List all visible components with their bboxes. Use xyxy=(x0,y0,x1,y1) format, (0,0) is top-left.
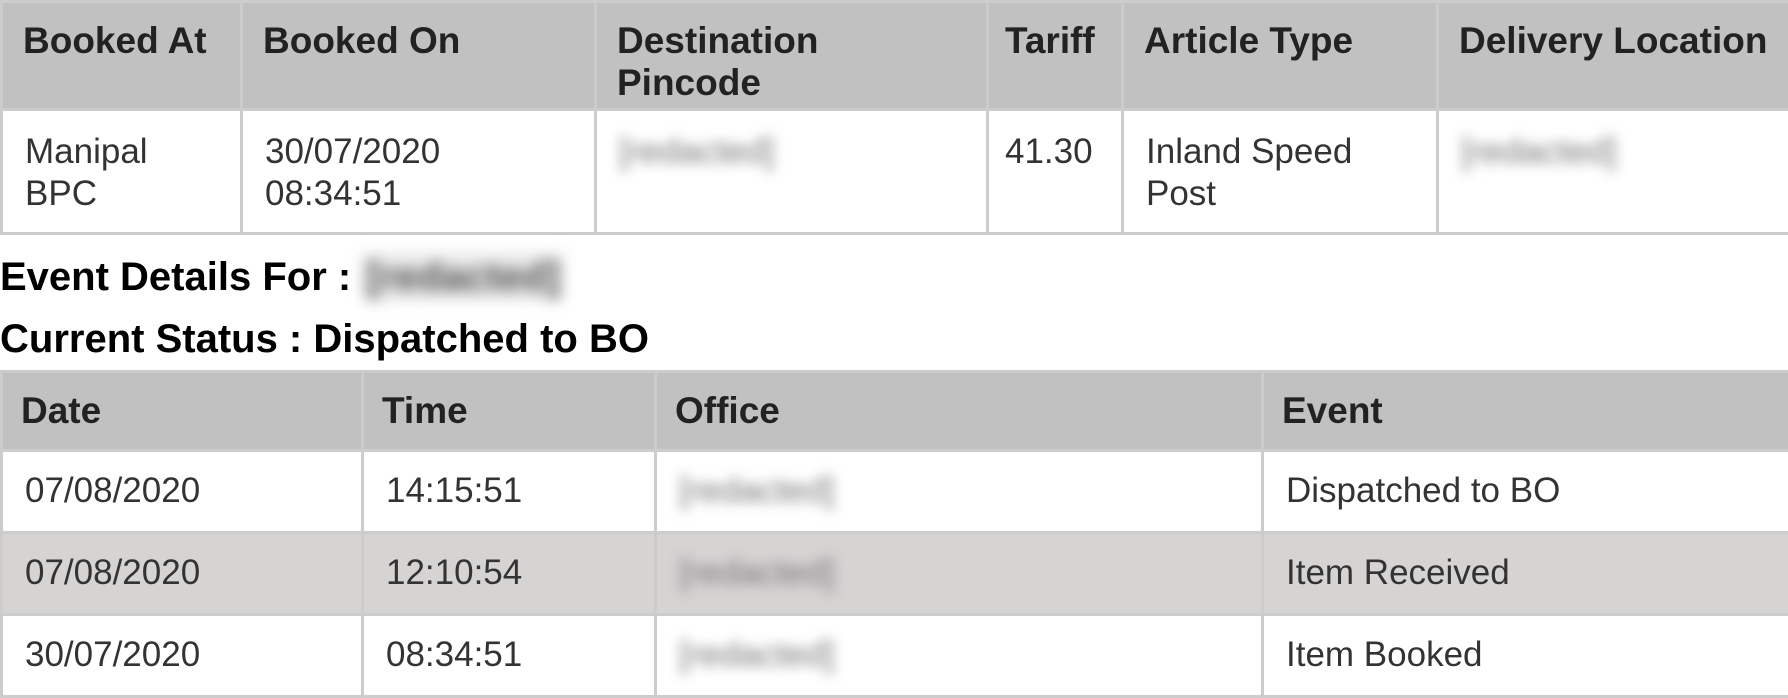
redacted-delivery-location: [redacted] xyxy=(1461,132,1617,171)
header-date: Date xyxy=(2,372,363,451)
booked-on-value: 30/07/2020 08:34:51 xyxy=(242,110,596,234)
header-booked-on: Booked On xyxy=(242,2,596,110)
redacted-office: [redacted] xyxy=(679,553,835,592)
header-office: Office xyxy=(656,372,1263,451)
event-date: 07/08/2020 xyxy=(2,451,363,533)
article-type-value: Inland Speed Post xyxy=(1123,110,1438,234)
header-booked-at: Booked At xyxy=(2,2,242,110)
header-delivery-location: Delivery Location xyxy=(1438,2,1788,110)
redacted-office: [redacted] xyxy=(679,471,835,510)
event-description: Dispatched to BO xyxy=(1263,451,1788,533)
tracking-events-table: Date Time Office Event 07/08/2020 14:15:… xyxy=(0,370,1788,698)
event-office: [redacted] xyxy=(656,451,1263,533)
redacted-pincode: [redacted] xyxy=(619,132,775,171)
header-time: Time xyxy=(363,372,656,451)
header-event: Event xyxy=(1263,372,1788,451)
event-row: 07/08/2020 14:15:51 [redacted] Dispatche… xyxy=(2,451,1788,533)
event-time: 12:10:54 xyxy=(363,533,656,615)
event-date: 30/07/2020 xyxy=(2,615,363,697)
header-tariff: Tariff xyxy=(988,2,1123,110)
redacted-tracking-id: [redacted] xyxy=(362,253,563,301)
booking-row: Manipal BPC 30/07/2020 08:34:51 [redacte… xyxy=(2,110,1788,234)
event-description: Item Received xyxy=(1263,533,1788,615)
current-status-heading: Current Status : Dispatched to BO xyxy=(0,315,649,363)
event-date: 07/08/2020 xyxy=(2,533,363,615)
booking-header-row: Booked At Booked On Destination Pincode … xyxy=(2,2,1788,110)
booked-on-text: 30/07/2020 08:34:51 xyxy=(265,131,465,215)
redacted-office: [redacted] xyxy=(679,635,835,674)
event-details-label: Event Details For : xyxy=(0,255,351,299)
events-header-row: Date Time Office Event xyxy=(2,372,1788,451)
event-office: [redacted] xyxy=(656,533,1263,615)
booking-details-table: Booked At Booked On Destination Pincode … xyxy=(0,0,1788,235)
event-row: 30/07/2020 08:34:51 [redacted] Item Book… xyxy=(2,615,1788,697)
destination-pincode-value: [redacted] xyxy=(596,110,988,234)
event-time: 14:15:51 xyxy=(363,451,656,533)
event-time: 08:34:51 xyxy=(363,615,656,697)
event-description: Item Booked xyxy=(1263,615,1788,697)
event-office: [redacted] xyxy=(656,615,1263,697)
header-destination-pincode: Destination Pincode xyxy=(596,2,988,110)
tariff-value: 41.30 xyxy=(988,110,1123,234)
header-article-type: Article Type xyxy=(1123,2,1438,110)
event-row: 07/08/2020 12:10:54 [redacted] Item Rece… xyxy=(2,533,1788,615)
event-details-heading: Event Details For : [redacted] xyxy=(0,253,564,301)
booked-at-value: Manipal BPC xyxy=(2,110,242,234)
delivery-location-value: [redacted] xyxy=(1438,110,1788,234)
